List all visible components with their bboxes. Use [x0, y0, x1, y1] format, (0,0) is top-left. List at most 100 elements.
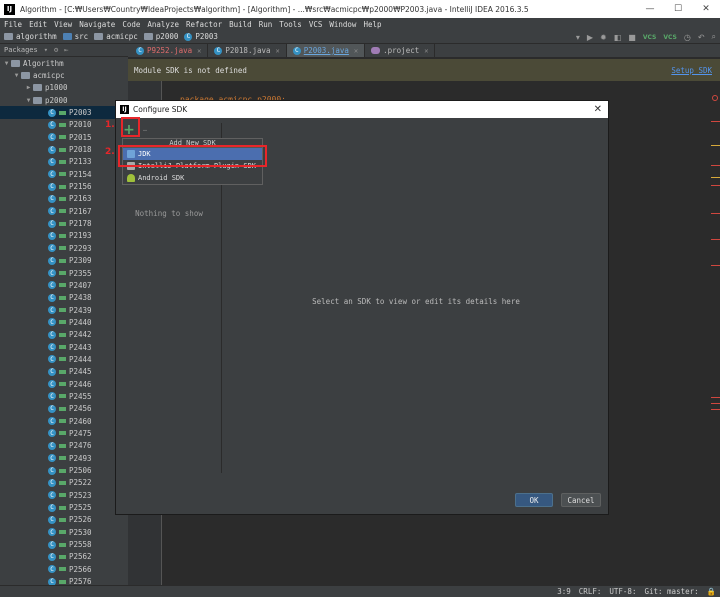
git-branch[interactable]: Git: master: [644, 587, 698, 596]
tab-project-file[interactable]: .project ✕ [365, 44, 436, 57]
tree-file[interactable]: C P2525 [0, 501, 128, 513]
run-config-dropdown-icon[interactable]: ▾ [576, 33, 580, 42]
tree-file[interactable]: C P2163 [0, 193, 128, 205]
collapse-icon[interactable]: ⇤ [64, 46, 68, 54]
vcs-update-icon[interactable]: VCS [643, 34, 656, 41]
tree-file[interactable]: C P2562 [0, 551, 128, 563]
close-tab-icon[interactable]: ✕ [197, 47, 201, 55]
tree-file[interactable]: C P2445 [0, 366, 128, 378]
error-mark[interactable] [711, 265, 720, 266]
sdk-list[interactable] [119, 141, 221, 471]
tree-root[interactable]: ▼ Algorithm [0, 57, 128, 69]
tree-file[interactable]: C P2455 [0, 390, 128, 402]
maximize-button[interactable]: ☐ [664, 4, 692, 14]
search-icon[interactable]: ⌕ [712, 32, 716, 42]
menu-file[interactable]: File [4, 20, 22, 29]
tree-file[interactable]: C P2566 [0, 563, 128, 575]
menu-refactor[interactable]: Refactor [186, 20, 222, 29]
history-icon[interactable]: ◷ [684, 33, 691, 42]
error-stripe[interactable] [710, 81, 720, 585]
tree-file[interactable]: C P2407 [0, 279, 128, 291]
menu-code[interactable]: Code [122, 20, 140, 29]
expand-arrow-icon[interactable]: ▼ [12, 72, 21, 79]
tree-file[interactable]: C P2522 [0, 477, 128, 489]
breadcrumb-p2003[interactable]: C P2003 [184, 32, 218, 41]
tab-p2003[interactable]: C P2003.java ✕ [286, 44, 366, 57]
tree-file[interactable]: C P2446 [0, 378, 128, 390]
tree-file[interactable]: C P2475 [0, 427, 128, 439]
tree-file[interactable]: C P2493 [0, 452, 128, 464]
setup-sdk-link[interactable]: Setup SDK [671, 66, 712, 75]
tree-file[interactable]: C P2439 [0, 304, 128, 316]
tree-file[interactable]: C P2460 [0, 415, 128, 427]
cancel-button[interactable]: Cancel [561, 493, 601, 507]
error-mark[interactable] [711, 213, 720, 214]
close-window-button[interactable]: ✕ [692, 4, 720, 14]
tree-file[interactable]: C P2444 [0, 353, 128, 365]
tree-file[interactable]: C P2440 [0, 316, 128, 328]
close-tab-icon[interactable]: ✕ [276, 47, 280, 55]
file-encoding[interactable]: UTF-8: [609, 587, 636, 596]
expand-arrow-icon[interactable]: ▼ [2, 60, 11, 67]
menu-build[interactable]: Build [229, 20, 252, 29]
tree-file[interactable]: C P2526 [0, 514, 128, 526]
gear-icon[interactable]: ⚙ [54, 46, 58, 54]
tree-file[interactable]: C P2558 [0, 538, 128, 550]
tree-file[interactable]: C P2193 [0, 230, 128, 242]
error-mark[interactable] [711, 165, 720, 166]
menu-help[interactable]: Help [363, 20, 381, 29]
revert-icon[interactable]: ↶ [698, 33, 705, 42]
tree-file[interactable]: C P2015 [0, 131, 128, 143]
tree-file[interactable]: C P2355 [0, 267, 128, 279]
menu-window[interactable]: Window [329, 20, 356, 29]
tree-folder[interactable]: ▼ p2000 [0, 94, 128, 106]
tree-file[interactable]: C P2443 [0, 341, 128, 353]
breadcrumb-acmicpc[interactable]: acmicpc [94, 32, 138, 41]
menu-run[interactable]: Run [259, 20, 273, 29]
tree-file[interactable]: C P2523 [0, 489, 128, 501]
error-mark[interactable] [711, 121, 720, 122]
minimize-button[interactable]: — [636, 4, 664, 14]
debug-icon[interactable]: ✹ [600, 33, 607, 42]
tree-file[interactable]: C P2003 [0, 106, 128, 119]
tree-file[interactable]: C P2456 [0, 403, 128, 415]
error-mark[interactable] [711, 239, 720, 240]
tree-package[interactable]: ▼ acmicpc [0, 69, 128, 81]
tab-p9252[interactable]: C P9252.java ✕ [130, 44, 209, 57]
menu-analyze[interactable]: Analyze [147, 20, 179, 29]
tree-file[interactable]: C P2530 [0, 526, 128, 538]
tree-folder[interactable]: ▶ p1000 [0, 82, 128, 94]
close-tab-icon[interactable]: ✕ [354, 47, 358, 55]
menu-view[interactable]: View [54, 20, 72, 29]
tree-file[interactable]: C P2442 [0, 329, 128, 341]
error-mark[interactable] [711, 409, 720, 410]
error-mark[interactable] [711, 397, 720, 398]
tree-file[interactable]: C P2167 [0, 205, 128, 217]
popup-item-android-sdk[interactable]: Android SDK [123, 172, 262, 184]
breadcrumb-src[interactable]: src [62, 32, 88, 41]
breadcrumb-p2000[interactable]: p2000 [143, 32, 178, 41]
line-separator[interactable]: CRLF: [579, 587, 602, 596]
close-tab-icon[interactable]: ✕ [424, 47, 428, 55]
warning-mark[interactable] [711, 145, 720, 146]
vcs-commit-icon[interactable]: VCS [663, 34, 676, 41]
close-icon[interactable]: ✕ [594, 104, 602, 115]
stop-icon[interactable]: ■ [628, 33, 636, 42]
tree-file[interactable]: C P2293 [0, 242, 128, 254]
warning-mark[interactable] [711, 177, 720, 178]
tree-file[interactable]: C P2133 [0, 156, 128, 168]
tree-file[interactable]: C P2156 [0, 180, 128, 192]
view-mode-dropdown[interactable]: Packages [4, 46, 38, 54]
tree-file[interactable]: C P2506 [0, 464, 128, 476]
tab-p2018[interactable]: C P2018.java ✕ [208, 44, 287, 57]
collapse-arrow-icon[interactable]: ▶ [24, 84, 33, 91]
tree-file[interactable]: C P2178 [0, 217, 128, 229]
breadcrumb-algorithm[interactable]: algorithm [4, 32, 57, 41]
expand-arrow-icon[interactable]: ▼ [24, 97, 33, 104]
error-mark[interactable] [711, 403, 720, 404]
caret-position[interactable]: 3:9 [557, 587, 571, 596]
lock-icon[interactable]: 🔒 [707, 587, 716, 596]
run-icon[interactable]: ▶ [587, 33, 593, 42]
scope-dropdown-icon[interactable]: ▾ [44, 46, 48, 54]
menu-navigate[interactable]: Navigate [79, 20, 115, 29]
